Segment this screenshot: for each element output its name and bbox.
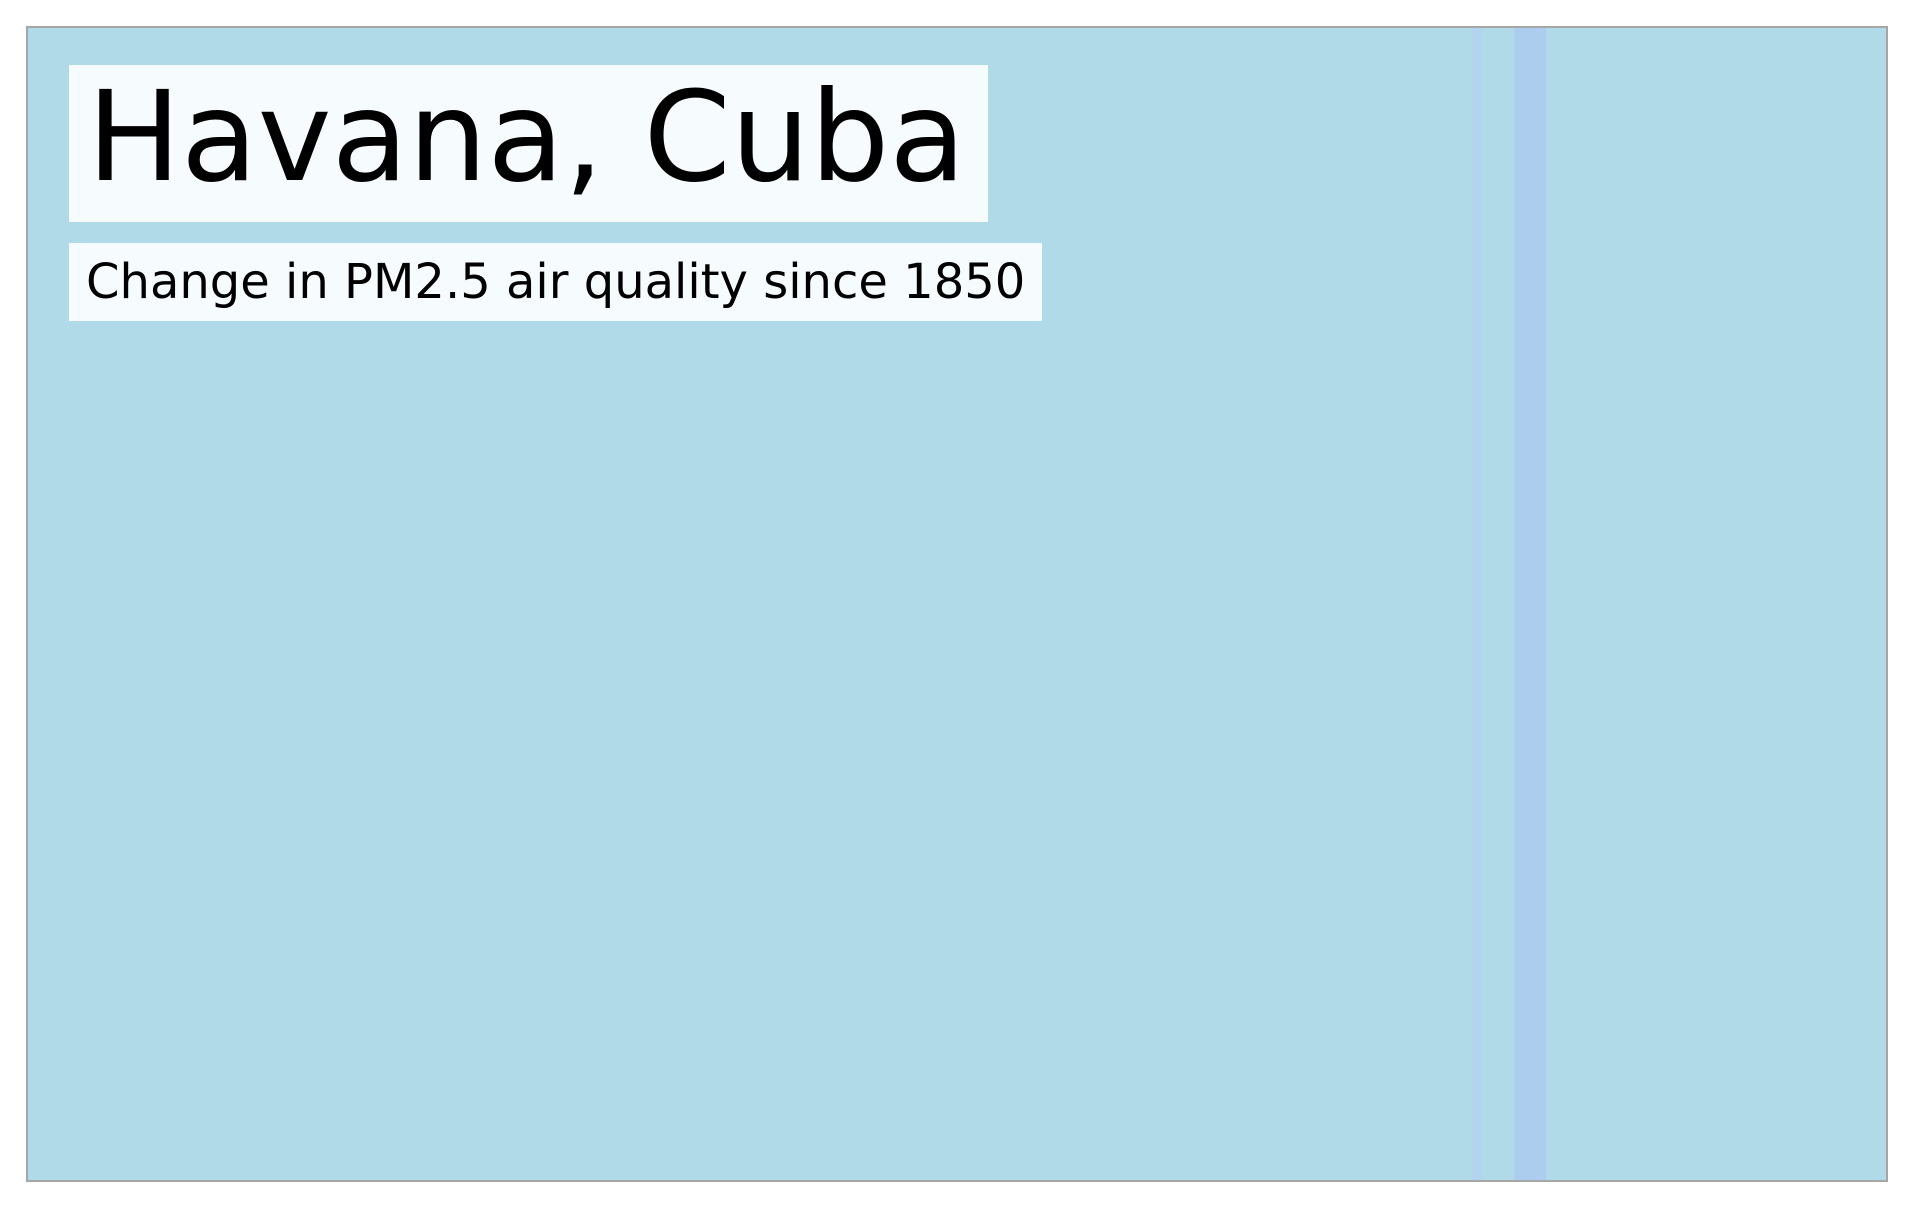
stripe-3 (1514, 28, 1547, 1180)
chart-title: Havana, Cuba (69, 65, 988, 222)
stripe-2 (1481, 28, 1515, 1180)
stripe-4 (1545, 28, 1886, 1180)
stripe-1 (1471, 28, 1483, 1180)
warming-stripes-chart: Havana, Cuba Change in PM2.5 air quality… (26, 26, 1888, 1182)
chart-subtitle: Change in PM2.5 air quality since 1850 (69, 243, 1043, 321)
